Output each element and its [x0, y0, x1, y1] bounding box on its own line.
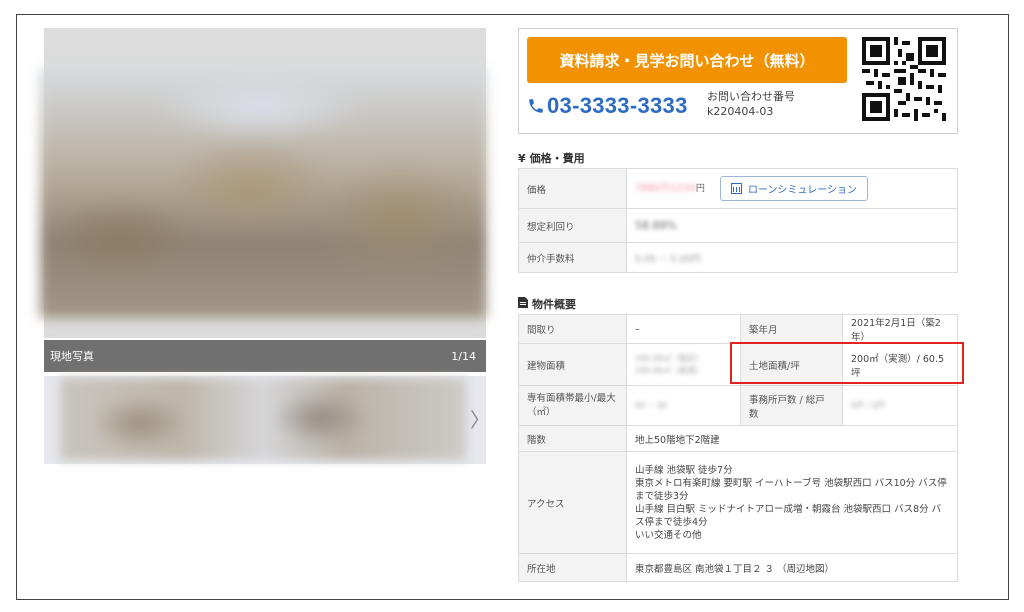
- price-label: 価格: [518, 168, 627, 209]
- spec-section-title: 物件概要: [518, 296, 576, 312]
- contact-box: 資料請求・見学お問い合わせ（無料） 03-3333-3333 お問い合わせ番号 …: [518, 28, 958, 134]
- table-row: 間取り – 築年月 2021年2月1日（築2年）: [518, 314, 958, 344]
- phone-link[interactable]: 03-3333-3333: [527, 93, 688, 119]
- building-area-measured: 200.00㎡（実測）: [635, 365, 703, 375]
- land-area-highlight-box: [730, 342, 964, 384]
- yen-icon: ¥: [518, 151, 526, 165]
- table-row: 階数 地上50階地下2階建: [518, 425, 958, 452]
- built-date-value: 2021年2月1日（築2年）: [842, 314, 958, 344]
- table-row: 価格 7880万1234円 ローンシミュレーション: [518, 168, 958, 209]
- spec-section-label: 物件概要: [532, 298, 576, 311]
- office-units-label: 事務所戸数 / 総戸数: [740, 385, 843, 426]
- main-photo[interactable]: [40, 68, 486, 318]
- thumbnail-images[interactable]: [60, 378, 466, 460]
- qr-code: [862, 37, 946, 121]
- commission-label: 仲介手数料: [518, 242, 627, 273]
- photo-counter: 1/14: [451, 349, 476, 363]
- access-line: いい交通その他: [635, 529, 702, 541]
- inquiry-label: お問い合わせ番号: [707, 90, 795, 103]
- access-line: 山手線 目白駅 ミッドナイトアロー成増・朝霞台 池袋駅西口 バス8分 バス停まで…: [635, 503, 942, 528]
- photo-gallery: 現地写真 1/14: [40, 28, 486, 372]
- price-value-cell: 7880万1234円 ローンシミュレーション: [626, 168, 958, 209]
- table-row: アクセス 山手線 池袋駅 徒歩7分 東京メトロ有楽町線 要町駅 イーハトーブ号 …: [518, 451, 958, 554]
- inquiry-info: お問い合わせ番号 k220404-03: [707, 89, 795, 119]
- table-row: 仲介手数料 0.00 ~ 0.00円: [518, 242, 958, 273]
- address-label: 所在地: [518, 553, 627, 582]
- inquiry-cta-button[interactable]: 資料請求・見学お問い合わせ（無料）: [527, 37, 847, 83]
- phone-icon: [529, 99, 543, 113]
- phone-number: 03-3333-3333: [547, 93, 688, 118]
- building-area-label: 建物面積: [518, 343, 627, 386]
- inquiry-number: k220404-03: [707, 105, 774, 118]
- price-section-label: 価格・費用: [529, 152, 585, 165]
- unit-area-value: 00 ~ 00: [635, 401, 668, 410]
- built-date-label: 築年月: [740, 314, 843, 344]
- layout-label: 間取り: [518, 314, 627, 344]
- price-table: 価格 7880万1234円 ローンシミュレーション 想定利回り 58.88% 仲…: [518, 168, 958, 273]
- floors-label: 階数: [518, 425, 627, 452]
- address-value[interactable]: 東京都豊島区 南池袋１丁目２ ３ （周辺地図）: [626, 553, 958, 582]
- calculator-icon: [730, 183, 742, 194]
- price-unit: 円: [695, 184, 705, 194]
- thumbnail-strip: 〉: [44, 376, 490, 464]
- floors-value: 地上50階地下2階建: [626, 425, 958, 452]
- loan-simulation-button[interactable]: ローンシミュレーション: [719, 176, 869, 201]
- next-thumbnail-button[interactable]: 〉: [470, 406, 490, 434]
- commission-value: 0.00 ~ 0.00円: [635, 253, 701, 265]
- access-value: 山手線 池袋駅 徒歩7分 東京メトロ有楽町線 要町駅 イーハトーブ号 池袋駅西口…: [626, 451, 958, 554]
- loan-simulation-label: ローンシミュレーション: [747, 185, 858, 196]
- table-row: 所在地 東京都豊島区 南池袋１丁目２ ３ （周辺地図）: [518, 553, 958, 582]
- document-icon: [518, 297, 528, 311]
- office-units-value: 0戸 / 0戸: [851, 401, 885, 410]
- layout-value: –: [626, 314, 741, 344]
- table-row: 専有面積帯最小/最大（㎡） 00 ~ 00 事務所戸数 / 総戸数 0戸 / 0…: [518, 385, 958, 426]
- yield-value: 58.88%: [635, 219, 677, 232]
- yield-label: 想定利回り: [518, 208, 627, 243]
- building-area-registered: 200.00㎡（登記）: [635, 353, 703, 363]
- access-line: 東京メトロ有楽町線 要町駅 イーハトーブ号 池袋駅西口 バス10分 バス停まで徒…: [635, 477, 947, 502]
- unit-area-label: 専有面積帯最小/最大（㎡）: [518, 385, 627, 426]
- price-section-title: ¥ 価格・費用: [518, 150, 585, 166]
- main-photo-area: [40, 28, 486, 338]
- table-row: 想定利回り 58.88%: [518, 208, 958, 243]
- access-line: 山手線 池袋駅 徒歩7分: [635, 464, 733, 476]
- access-label: アクセス: [518, 451, 627, 554]
- photo-caption-bar: 現地写真 1/14: [44, 340, 486, 372]
- photo-caption: 現地写真: [50, 350, 94, 363]
- price-value: 7880万1234: [635, 183, 696, 194]
